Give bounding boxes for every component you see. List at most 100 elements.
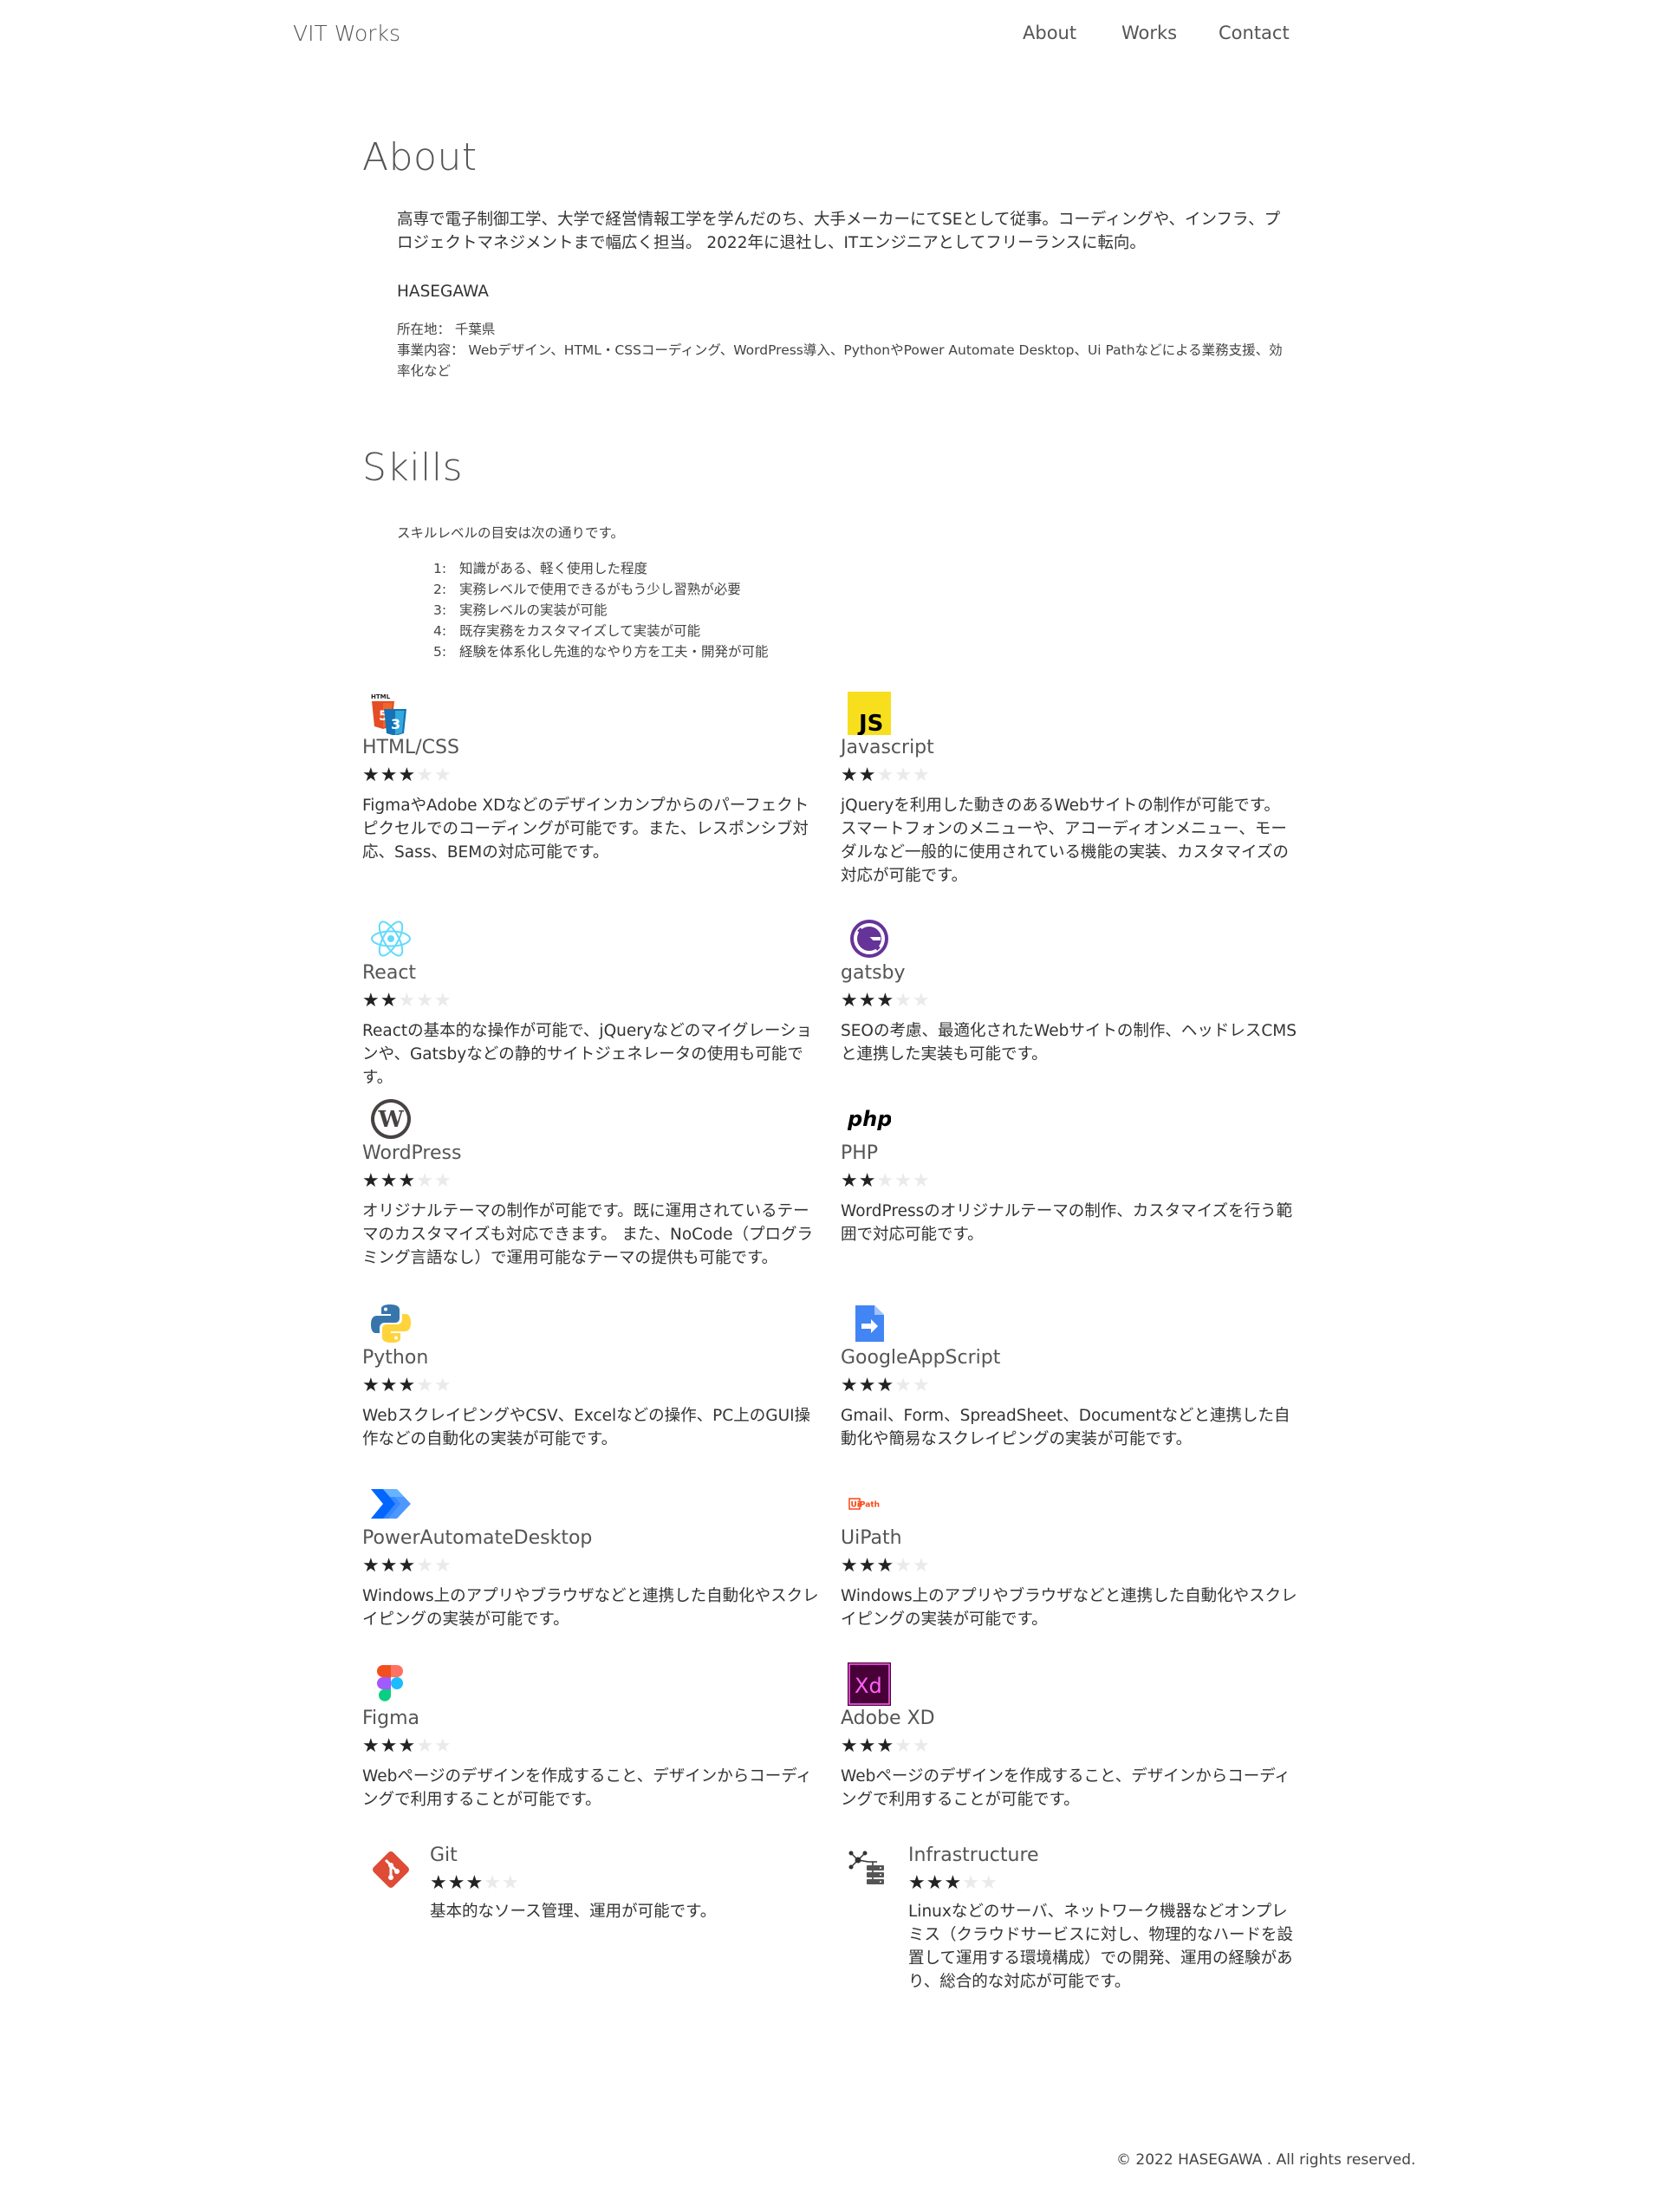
skill-description: Gmail、Form、SpreadSheet、Documentなどと連携した自動… — [841, 1407, 1290, 1448]
star-empty-icon: ★ — [962, 1872, 980, 1894]
git-icon — [373, 1851, 409, 1888]
nav-contact-link[interactable]: Contact — [1219, 23, 1290, 43]
star-empty-icon: ★ — [894, 1375, 913, 1396]
svg-text:Xd: Xd — [855, 1674, 882, 1698]
skill-name: Infrastructure — [908, 1844, 1039, 1866]
star-empty-icon: ★ — [979, 1872, 998, 1894]
star-empty-icon: ★ — [416, 1170, 434, 1192]
skill-name: gatsby — [841, 962, 906, 984]
skill-rating-stars: ★★★★★ — [841, 1170, 931, 1192]
star-empty-icon: ★ — [398, 990, 417, 1012]
skill-rating-stars: ★★★★★ — [908, 1872, 998, 1894]
google-apps-script-icon — [855, 1305, 884, 1342]
nav-about-link[interactable]: About — [1023, 23, 1076, 43]
star-filled-icon: ★ — [876, 1555, 895, 1577]
svg-text:php: php — [848, 1107, 891, 1131]
star-filled-icon: ★ — [858, 1375, 877, 1396]
star-empty-icon: ★ — [894, 1555, 913, 1577]
nav-works-link[interactable]: Works — [1121, 23, 1177, 43]
html-css-icon: HTML 5 3 — [371, 693, 406, 735]
svg-text:UiPath: UiPath — [851, 1501, 881, 1510]
star-filled-icon: ★ — [841, 1555, 859, 1577]
skill-rating-stars: ★★★★★ — [841, 990, 931, 1012]
star-empty-icon: ★ — [894, 1735, 913, 1757]
star-filled-icon: ★ — [465, 1872, 484, 1894]
about-details: 所在地： 千葉県 事業内容： Webデザイン、HTML・CSSコーディング、Wo… — [397, 319, 1291, 381]
skill-description: Webページのデザインを作成すること、デザインからコーディングで利用することが可… — [362, 1767, 812, 1809]
star-filled-icon: ★ — [380, 764, 399, 786]
star-filled-icon: ★ — [430, 1872, 448, 1894]
skill-description: jQueryを利用した動きのあるWebサイトの制作が可能です。 スマートフォンの… — [841, 797, 1289, 885]
skill-description: Windows上のアプリやブラウザなどと連携した自動化やスクレイピングの実装が可… — [362, 1587, 819, 1629]
react-icon — [371, 921, 411, 957]
skill-description: 基本的なソース管理、運用が可能です。 — [430, 1903, 717, 1921]
star-empty-icon: ★ — [433, 1170, 452, 1192]
skills-heading: Skills — [362, 446, 464, 490]
skill-rating-stars: ★★★★★ — [362, 764, 452, 786]
star-filled-icon: ★ — [398, 1735, 417, 1757]
star-empty-icon: ★ — [894, 1170, 913, 1192]
skill-rating-stars: ★★★★★ — [362, 1375, 452, 1396]
copyright-text: © 2022 HASEGAWA . All rights reserved. — [1116, 2151, 1416, 2169]
star-filled-icon: ★ — [380, 1735, 399, 1757]
skill-level-item: 4: 既存実務をカスタマイズして実装が可能 — [433, 623, 701, 639]
skill-description: Reactの基本的な操作が可能で、jQueryなどのマイグレーションや、Gats… — [362, 1022, 813, 1087]
skill-level-item: 2: 実務レベルで使用できるがもう少し習熟が必要 — [433, 582, 741, 597]
star-filled-icon: ★ — [876, 1375, 895, 1396]
skills-intro: スキルレベルの目安は次の通りです。 — [397, 525, 624, 541]
star-filled-icon: ★ — [926, 1872, 945, 1894]
star-filled-icon: ★ — [380, 1555, 399, 1577]
star-filled-icon: ★ — [398, 1170, 417, 1192]
star-empty-icon: ★ — [876, 764, 895, 786]
javascript-icon: JS — [848, 692, 891, 735]
star-filled-icon: ★ — [380, 1170, 399, 1192]
python-icon — [371, 1304, 411, 1343]
skill-rating-stars: ★★★★★ — [362, 1735, 452, 1757]
star-filled-icon: ★ — [362, 990, 380, 1012]
star-filled-icon: ★ — [398, 764, 417, 786]
skill-description: FigmaやAdobe XDなどのデザインカンプからのパーフェクトピクセルでのコ… — [362, 797, 809, 862]
php-icon: php — [848, 1107, 891, 1131]
skill-name: React — [362, 962, 417, 984]
star-filled-icon: ★ — [380, 990, 399, 1012]
star-empty-icon: ★ — [894, 764, 913, 786]
skill-name: PowerAutomateDesktop — [362, 1527, 593, 1549]
star-empty-icon: ★ — [416, 990, 434, 1012]
skill-description: WordPressのオリジナルテーマの制作、カスタマイズを行う範囲で対応可能です… — [841, 1202, 1293, 1244]
star-filled-icon: ★ — [362, 1555, 380, 1577]
star-filled-icon: ★ — [362, 1735, 380, 1757]
star-filled-icon: ★ — [858, 990, 877, 1012]
skill-level-list: 1: 知識がある、軽く使用した程度 2: 実務レベルで使用できるがもう少し習熟が必要… — [433, 558, 769, 662]
star-filled-icon: ★ — [362, 764, 380, 786]
skill-rating-stars: ★★★★★ — [362, 1170, 452, 1192]
star-filled-icon: ★ — [841, 1375, 859, 1396]
skill-description: オリジナルテーマの制作が可能です。既に運用されているテーマのカスタマイズも対応で… — [362, 1202, 813, 1267]
star-empty-icon: ★ — [416, 1375, 434, 1396]
skill-level-item: 5: 経験を体系化し先進的なやり方を工夫・開発が可能 — [433, 644, 769, 660]
star-empty-icon: ★ — [416, 1735, 434, 1757]
star-filled-icon: ★ — [876, 990, 895, 1012]
star-empty-icon: ★ — [912, 1555, 931, 1577]
star-empty-icon: ★ — [912, 1170, 931, 1192]
star-filled-icon: ★ — [841, 1735, 859, 1757]
svg-text:JS: JS — [857, 711, 883, 735]
star-empty-icon: ★ — [416, 764, 434, 786]
svg-text:HTML: HTML — [371, 693, 391, 700]
star-empty-icon: ★ — [912, 990, 931, 1012]
skill-rating-stars: ★★★★★ — [841, 1375, 931, 1396]
skill-rating-stars: ★★★★★ — [841, 1555, 931, 1577]
skill-name: Git — [430, 1844, 458, 1866]
star-filled-icon: ★ — [398, 1555, 417, 1577]
star-empty-icon: ★ — [433, 1375, 452, 1396]
star-empty-icon: ★ — [433, 1735, 452, 1757]
skill-name: WordPress — [362, 1142, 462, 1164]
star-filled-icon: ★ — [362, 1375, 380, 1396]
figma-icon — [377, 1665, 403, 1701]
skill-name: Adobe XD — [841, 1708, 935, 1729]
star-empty-icon: ★ — [894, 990, 913, 1012]
site-logo-link[interactable]: VIT Works — [293, 21, 400, 46]
star-empty-icon: ★ — [912, 1735, 931, 1757]
star-filled-icon: ★ — [380, 1375, 399, 1396]
star-empty-icon: ★ — [484, 1872, 502, 1894]
star-filled-icon: ★ — [876, 1735, 895, 1757]
